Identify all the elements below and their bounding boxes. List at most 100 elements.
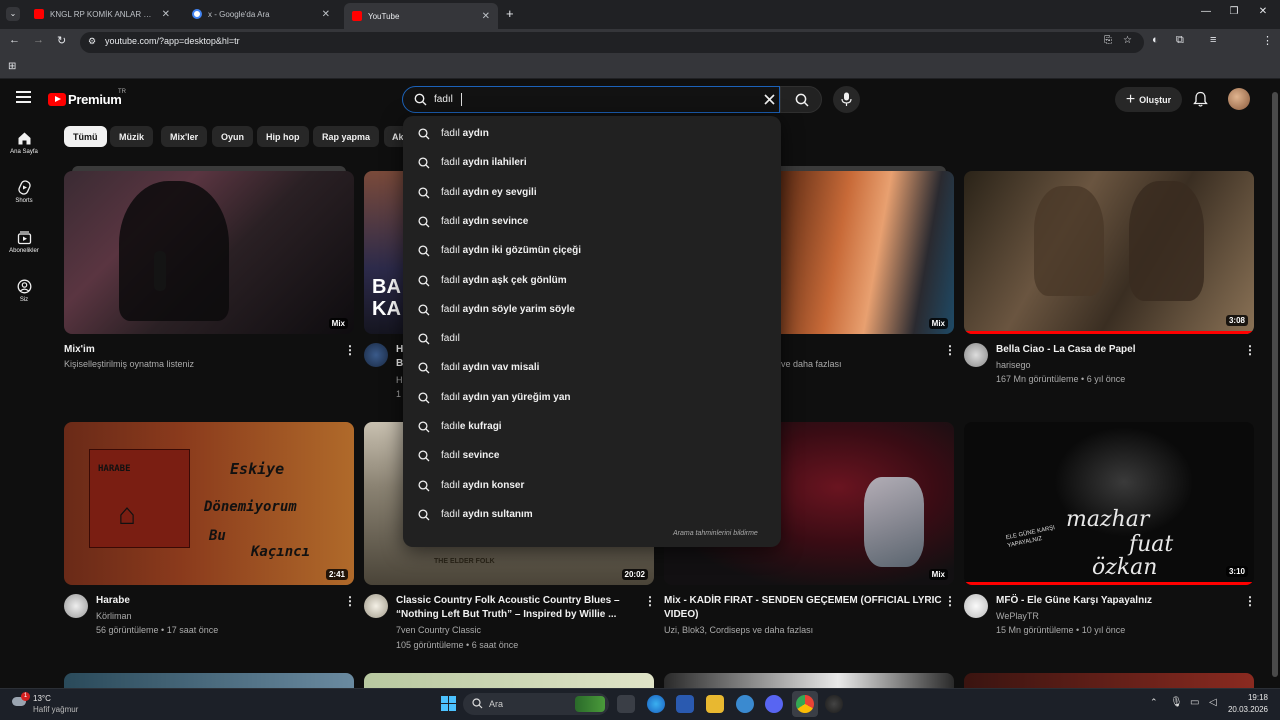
video-thumbnail[interactable]: 3:08 (964, 171, 1254, 334)
channel-avatar[interactable] (64, 594, 88, 618)
task-view-icon[interactable] (617, 695, 635, 713)
tab-search-button[interactable]: ⌄ (6, 7, 20, 21)
search-suggestion[interactable]: fadıl aydın sevince (403, 208, 781, 237)
windows-start-icon[interactable] (441, 696, 456, 711)
clock-time[interactable]: 19:18 (1230, 693, 1268, 702)
search-suggestion[interactable]: fadıl (403, 325, 781, 354)
taskbar-search-box[interactable]: Ara (463, 693, 609, 715)
reload-icon[interactable]: ↻ (57, 34, 66, 47)
search-button[interactable] (780, 86, 822, 113)
video-title[interactable]: Mix'im (64, 343, 95, 357)
account-avatar[interactable] (1228, 88, 1250, 110)
video-menu-icon[interactable]: ⋮ (644, 594, 656, 608)
tray-mic-icon[interactable]: 🎙 (1170, 697, 1183, 708)
video-thumbnail[interactable]: BA KA (364, 171, 404, 334)
address-bar[interactable]: ⚙ youtube.com/?app=desktop&hl=tr ⎘ ☆ (80, 32, 1144, 53)
search-input[interactable]: fadıl (402, 86, 780, 113)
edge-browser-icon[interactable] (647, 695, 665, 713)
video-menu-icon[interactable]: ⋮ (344, 594, 356, 608)
search-suggestion[interactable]: fadıl aydın konser (403, 472, 781, 501)
tab-youtube[interactable]: YouTube ✕ (344, 3, 498, 29)
chrome-icon[interactable] (796, 695, 814, 713)
chip-music[interactable]: Müzik (110, 126, 154, 147)
video-menu-icon[interactable]: ⋮ (344, 343, 356, 357)
youtube-logo-icon[interactable] (48, 93, 66, 106)
minimize-icon[interactable]: — (1199, 6, 1213, 17)
back-icon[interactable]: ← (9, 34, 20, 46)
search-suggestion[interactable]: fadıl aydın yan yüreğim yan (403, 384, 781, 413)
video-title-line2[interactable]: “Nothing Left But Truth” – Inspired by W… (396, 608, 616, 622)
search-suggestion[interactable]: fadıl aydın vav misali (403, 354, 781, 383)
video-thumbnail[interactable]: mazhar fuat özkan ELE GÜNE KARŞI YAPAYAL… (964, 422, 1254, 585)
video-title[interactable]: Mix - KADİR FIRAT - SENDEN GEÇEMEM (OFFI… (664, 594, 942, 608)
settings-app-icon[interactable] (736, 695, 754, 713)
chip-hiphop[interactable]: Hip hop (257, 126, 309, 147)
video-menu-icon[interactable]: ⋮ (1244, 343, 1256, 357)
channel-avatar[interactable] (964, 594, 988, 618)
video-title[interactable]: Bella Ciao - La Casa de Papel (996, 343, 1136, 357)
search-suggestion[interactable]: fadıl aydın ilahileri (403, 149, 781, 178)
file-explorer-icon[interactable] (706, 695, 724, 713)
forward-icon[interactable]: → (33, 34, 44, 46)
chip-rap[interactable]: Rap yapma (313, 126, 380, 147)
reading-list-icon[interactable]: ≡ (1210, 34, 1216, 46)
page-scrollbar[interactable] (1270, 82, 1280, 688)
sidebar-item-shorts[interactable]: Shorts (0, 180, 48, 204)
volume-icon[interactable]: ◁ (1209, 697, 1217, 708)
menu-kebab-icon[interactable]: ⋮ (1262, 34, 1273, 47)
search-suggestion[interactable]: fadıl aydın sultanım (403, 501, 781, 530)
search-suggestion[interactable]: fadıl aydın iki gözümün çiçeği (403, 237, 781, 266)
search-suggestion[interactable]: fadıle kufragi (403, 413, 781, 442)
video-thumbnail[interactable]: HARABE ⌂ Eskiye Dönemiyorum Bu Kaçıncı 2… (64, 422, 354, 585)
restore-icon[interactable]: ❐ (1227, 6, 1241, 17)
channel-avatar[interactable] (964, 343, 988, 367)
create-button[interactable]: + Oluştur (1115, 87, 1182, 112)
channel-avatar[interactable] (364, 594, 388, 618)
sidebar-item-you[interactable]: Siz (0, 279, 48, 303)
video-menu-icon[interactable]: ⋮ (944, 343, 956, 357)
close-tab-icon[interactable]: ✕ (162, 9, 170, 20)
close-tab-icon[interactable]: ✕ (482, 11, 490, 22)
sidebar-item-subscriptions[interactable]: Abonelikler (0, 230, 48, 254)
weather-widget[interactable]: 1 (10, 692, 32, 712)
search-suggestion[interactable]: fadıl aydın (403, 120, 781, 149)
site-info-icon[interactable]: ⚙ (88, 36, 96, 47)
notifications-bell-icon[interactable] (1193, 91, 1208, 108)
chip-all[interactable]: Tümü (64, 126, 107, 147)
chip-mixes[interactable]: Mix'ler (161, 126, 208, 147)
video-menu-icon[interactable]: ⋮ (1244, 594, 1256, 608)
install-app-icon[interactable]: ⎘ (1104, 35, 1112, 46)
video-title[interactable]: Harabe (96, 594, 130, 608)
search-suggestion[interactable]: fadıl sevince (403, 442, 781, 471)
report-predictions-link[interactable]: Arama tahminlerini bildirme (673, 530, 758, 537)
clock-date[interactable]: 20.03.2026 (1222, 705, 1268, 714)
tab-kngl[interactable]: KNGL RP KOMİK ANLAR #10 (G ✕ (26, 3, 178, 25)
chip-gaming[interactable]: Oyun (212, 126, 254, 147)
video-title-line2[interactable]: VIDEO) (664, 608, 698, 622)
extensions-puzzle-icon[interactable]: ⧉ (1176, 34, 1184, 47)
search-suggestion[interactable]: fadıl aydın ey sevgili (403, 179, 781, 208)
network-icon[interactable]: ▭ (1190, 697, 1199, 708)
app-icon[interactable] (825, 695, 843, 713)
search-suggestion[interactable]: fadıl aydın aşk çek gönlüm (403, 267, 781, 296)
apps-grid-icon[interactable]: ⊞ (8, 61, 16, 72)
close-tab-icon[interactable]: ✕ (322, 9, 330, 20)
scrollbar-thumb[interactable] (1272, 92, 1278, 677)
tray-chevron-icon[interactable]: ⌃ (1150, 697, 1158, 708)
hamburger-menu-icon[interactable] (16, 91, 31, 103)
logo-text[interactable]: Premium (68, 92, 122, 107)
video-thumbnail[interactable]: Mix (64, 171, 354, 334)
extension-icon[interactable]: ◐ (1152, 34, 1159, 46)
video-thumbnail[interactable]: Mix (781, 171, 954, 334)
discord-icon[interactable] (765, 695, 783, 713)
bookmark-star-icon[interactable]: ☆ (1123, 35, 1132, 46)
store-icon[interactable] (676, 695, 694, 713)
sidebar-item-home[interactable]: Ana Sayfa (0, 131, 48, 155)
video-menu-icon[interactable]: ⋮ (944, 594, 956, 608)
close-window-icon[interactable]: ✕ (1256, 6, 1270, 17)
channel-avatar[interactable] (364, 343, 388, 367)
tab-google[interactable]: x - Google'da Ara ✕ (184, 3, 338, 25)
clear-search-icon[interactable] (764, 94, 775, 105)
voice-search-button[interactable] (833, 86, 860, 113)
new-tab-button[interactable]: + (506, 6, 514, 21)
